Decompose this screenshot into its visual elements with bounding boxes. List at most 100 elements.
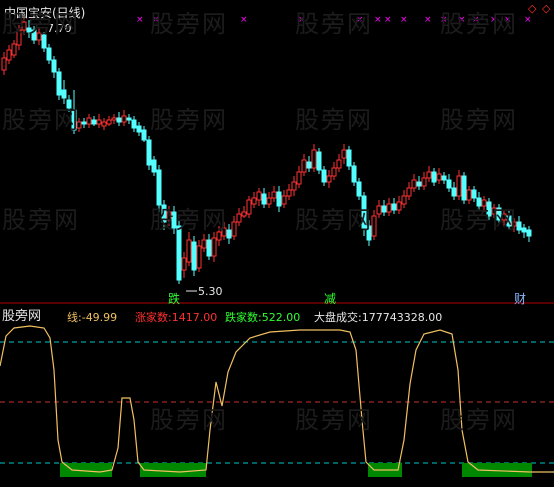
oscillator-line bbox=[0, 325, 554, 473]
candle-body bbox=[11, 43, 17, 56]
signal-marker: × bbox=[136, 15, 144, 25]
line-label: 线: bbox=[67, 311, 82, 324]
diamond-icon-2[interactable]: ◇ bbox=[542, 2, 550, 15]
candle-body bbox=[251, 197, 257, 205]
signal-marker: × bbox=[240, 15, 248, 25]
candle-body bbox=[186, 239, 192, 263]
line-value: -49.99 bbox=[81, 311, 118, 324]
candle-body bbox=[466, 189, 472, 201]
candle-body bbox=[151, 159, 157, 173]
candle-body bbox=[431, 171, 437, 183]
watermark: 股旁网 bbox=[2, 309, 42, 324]
candle-body bbox=[346, 149, 352, 167]
candle-body bbox=[106, 119, 112, 125]
signal-label-fall: 跌 bbox=[168, 292, 181, 306]
candle-body bbox=[146, 139, 152, 166]
candle-body bbox=[291, 181, 297, 191]
candle-body bbox=[416, 181, 422, 187]
candle-body bbox=[321, 169, 327, 183]
candle-body bbox=[461, 175, 467, 201]
down-value: 522.00 bbox=[261, 311, 301, 324]
watermark: 股旁网 bbox=[440, 10, 518, 38]
watermark: 股旁网 bbox=[295, 10, 373, 38]
watermark: 股旁网 bbox=[440, 106, 518, 134]
chart-stage: × × × × × × × × × × × × × × × 中国宝安(日线) ◇ ◇ 7.70 5.30 跌… bbox=[0, 0, 554, 483]
candle-body bbox=[521, 227, 527, 233]
candle-body bbox=[191, 241, 197, 271]
candle-body bbox=[391, 203, 397, 211]
candle-body bbox=[256, 191, 262, 201]
watermark: 股旁网 bbox=[2, 206, 80, 234]
candle-body bbox=[261, 193, 267, 205]
candle-body bbox=[336, 159, 342, 169]
candle-body bbox=[236, 213, 242, 223]
candle-body bbox=[446, 179, 452, 189]
watermark: 股旁网 bbox=[440, 206, 518, 234]
volume-value: 177743328.00 bbox=[361, 311, 443, 324]
candle-body bbox=[6, 49, 12, 61]
candle-body bbox=[111, 117, 117, 121]
candle-body bbox=[331, 167, 337, 177]
candle-body bbox=[246, 199, 252, 215]
candle-body bbox=[206, 239, 212, 257]
candle-body bbox=[456, 175, 462, 197]
candle-body bbox=[276, 191, 282, 207]
candle-body bbox=[301, 159, 307, 173]
indicator-line-label: 线:-49.99 bbox=[67, 309, 117, 325]
candle-body bbox=[401, 195, 407, 205]
candle-body bbox=[311, 149, 317, 169]
watermark: 股旁网 bbox=[440, 406, 518, 434]
candle-body bbox=[91, 119, 97, 125]
candle-body bbox=[306, 161, 312, 169]
signal-marker: × bbox=[384, 15, 392, 25]
candle-body bbox=[436, 173, 442, 181]
low-price-label: 5.30 bbox=[198, 285, 223, 298]
candle-body bbox=[201, 239, 207, 249]
candle-body bbox=[141, 129, 147, 141]
candle-body bbox=[286, 189, 292, 197]
up-value: 1417.00 bbox=[171, 311, 218, 324]
signal-marker: × bbox=[400, 15, 408, 25]
watermark: 股旁网 bbox=[2, 106, 80, 134]
indicator-up-count: 涨家数:1417.00 bbox=[135, 309, 217, 325]
candle-body bbox=[1, 57, 7, 71]
candle-body bbox=[131, 119, 137, 129]
candle-body bbox=[406, 187, 412, 197]
candle-body bbox=[471, 189, 477, 199]
watermark: 股旁网 bbox=[2, 10, 80, 38]
candle-body bbox=[96, 119, 102, 125]
signal-marker: × bbox=[424, 15, 432, 25]
candle-body bbox=[211, 237, 217, 257]
oscillator-fill bbox=[60, 463, 112, 477]
indicator-down-count: 跌家数:522.00 bbox=[225, 309, 300, 325]
candle-body bbox=[351, 165, 357, 183]
candle-body bbox=[411, 179, 417, 189]
candle-body bbox=[86, 117, 92, 125]
candle-body bbox=[426, 171, 432, 179]
diamond-icon[interactable]: ◇ bbox=[528, 2, 536, 15]
candle-body bbox=[136, 125, 142, 133]
volume-label: 大盘成交: bbox=[314, 311, 362, 324]
down-label: 跌家数: bbox=[225, 311, 262, 324]
candle-body bbox=[281, 195, 287, 205]
candle-body bbox=[376, 205, 382, 215]
watermark: 股旁网 bbox=[150, 406, 228, 434]
candle-body bbox=[356, 181, 362, 197]
candle-body bbox=[381, 205, 387, 213]
signal-marker: × bbox=[374, 15, 382, 25]
candle-body bbox=[81, 121, 87, 125]
candle-body bbox=[51, 59, 57, 73]
candle-body bbox=[126, 117, 132, 121]
candle-body bbox=[386, 203, 392, 213]
candle-body bbox=[231, 221, 237, 237]
candle-body bbox=[296, 171, 302, 185]
signal-label-wealth: 财 bbox=[514, 292, 527, 306]
watermark: 股旁网 bbox=[150, 10, 228, 38]
watermark: 股旁网 bbox=[150, 106, 228, 134]
watermark: 股旁网 bbox=[295, 406, 373, 434]
candle-body bbox=[116, 117, 122, 123]
candle-body bbox=[196, 245, 202, 269]
candle-body bbox=[421, 177, 427, 187]
candle-body bbox=[56, 71, 62, 96]
signal-label-reduce: 减 bbox=[324, 292, 337, 306]
